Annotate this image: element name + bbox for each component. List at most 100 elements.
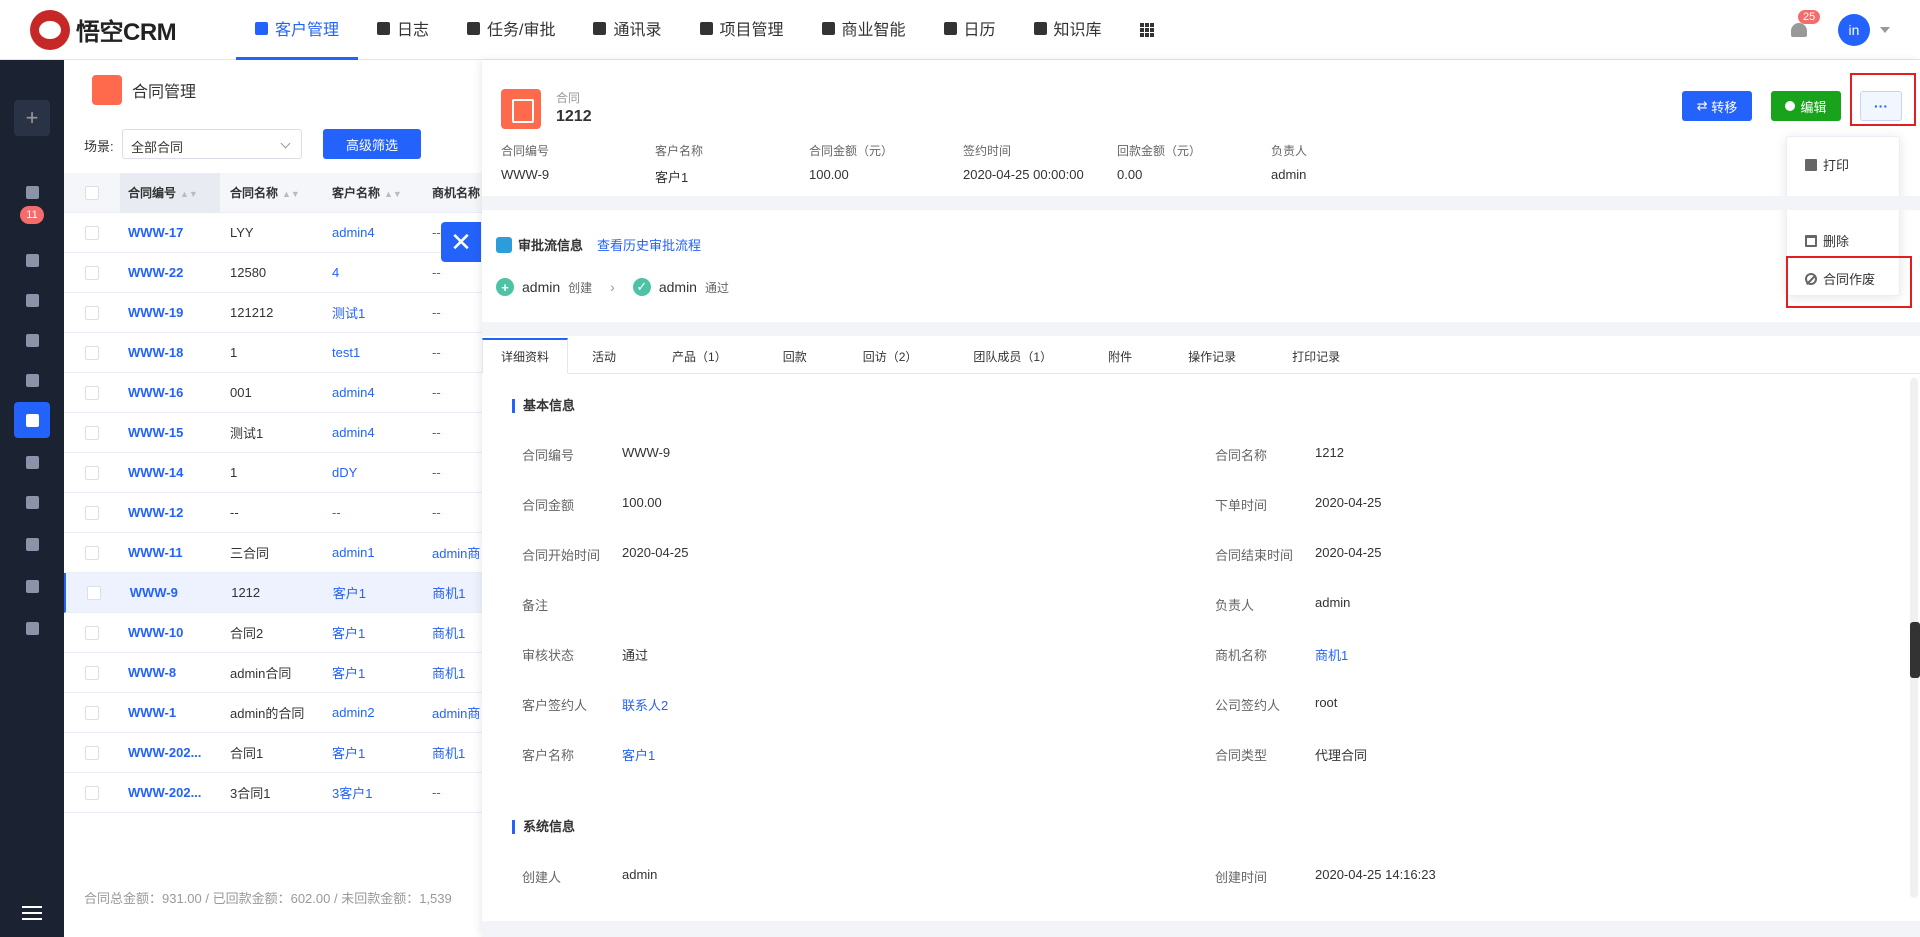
customer-name-link[interactable]: 4 (322, 265, 422, 280)
sidebar-marketing[interactable] (14, 610, 50, 646)
row-checkbox[interactable] (85, 625, 99, 640)
sidebar-visit[interactable] (14, 526, 50, 562)
business-name-link[interactable]: -- (422, 385, 484, 400)
contract-no-link[interactable]: WWW-12 (120, 505, 220, 520)
table-row[interactable]: WWW-8 admin合同 客户1 商机1 (64, 653, 484, 693)
contract-no-link[interactable]: WWW-1 (120, 705, 220, 720)
column-header[interactable]: 客户名称 ▲▼ (322, 184, 422, 201)
customer-name-link[interactable]: dDY (322, 465, 422, 480)
table-row[interactable]: WWW-12 -- -- -- (64, 493, 484, 533)
business-name-link[interactable]: 商机1 (422, 663, 484, 682)
menu-item-delete[interactable]: 删除 (1805, 231, 1849, 250)
row-checkbox[interactable] (85, 345, 99, 360)
user-avatar[interactable]: in (1838, 13, 1870, 46)
scene-select[interactable]: 全部合同 (122, 129, 302, 159)
column-header[interactable]: 合同编号 ▲▼ (120, 172, 220, 213)
field-value[interactable]: 商机1 (1315, 645, 1348, 664)
nav-item-task[interactable]: 任务/审批 (448, 0, 574, 60)
nav-item-customer[interactable]: 客户管理 (236, 0, 359, 60)
select-all-checkbox[interactable] (85, 185, 99, 200)
tab-item[interactable]: 附件 (1090, 338, 1150, 374)
apps-grid-icon[interactable] (1139, 22, 1154, 37)
contract-no-link[interactable]: WWW-17 (120, 225, 220, 240)
history-approval-link[interactable]: 查看历史审批流程 (597, 235, 701, 254)
business-name-link[interactable]: 商机1 (422, 583, 484, 602)
business-name-link[interactable]: 商机1 (422, 743, 484, 762)
table-row[interactable]: WWW-17 LYY admin4 -- (64, 213, 484, 253)
nav-item-calendar[interactable]: 日历 (925, 0, 1015, 60)
business-name-link[interactable]: -- (422, 345, 484, 360)
nav-item-project[interactable]: 项目管理 (681, 0, 803, 60)
customer-name-link[interactable]: admin1 (322, 545, 422, 560)
row-checkbox[interactable] (85, 265, 99, 280)
row-checkbox[interactable] (85, 705, 99, 720)
sidebar-business[interactable] (14, 362, 50, 398)
tab-item[interactable]: 活动 (574, 338, 634, 374)
close-detail-button[interactable]: ✕ (441, 222, 481, 262)
table-row[interactable]: WWW-11 三合同 admin1 admin商 (64, 533, 484, 573)
nav-item-bi[interactable]: 商业智能 (803, 0, 925, 60)
customer-name-link[interactable]: test1 (322, 345, 422, 360)
scroll-grip-handle[interactable] (1910, 622, 1920, 678)
contract-no-link[interactable]: WWW-15 (120, 425, 220, 440)
customer-name-link[interactable]: admin4 (322, 425, 422, 440)
row-checkbox[interactable] (86, 585, 101, 600)
customer-name-link[interactable]: 客户1 (323, 583, 423, 602)
contract-no-link[interactable]: WWW-202... (120, 785, 220, 800)
table-row[interactable]: WWW-10 合同2 客户1 商机1 (64, 613, 484, 653)
business-name-link[interactable]: admin商 (422, 543, 484, 562)
table-row[interactable]: WWW-15 测试1 admin4 -- (64, 413, 484, 453)
tab-item[interactable]: 团队成员（1） (955, 338, 1070, 374)
contract-no-link[interactable]: WWW-19 (120, 305, 220, 320)
table-row[interactable]: WWW-18 1 test1 -- (64, 333, 484, 373)
sidebar-contacts[interactable] (14, 322, 50, 358)
business-name-link[interactable]: -- (422, 265, 484, 280)
sidebar-dashboard[interactable] (14, 174, 50, 210)
row-checkbox[interactable] (85, 545, 99, 560)
sidebar-clue[interactable] (14, 242, 50, 278)
tab-item[interactable]: 打印记录 (1274, 338, 1358, 374)
row-checkbox[interactable] (85, 465, 99, 480)
row-checkbox[interactable] (85, 305, 99, 320)
customer-name-link[interactable]: 客户1 (322, 663, 422, 682)
customer-name-link[interactable]: admin2 (322, 705, 422, 720)
nav-item-log[interactable]: 日志 (358, 0, 448, 60)
user-menu-caret-icon[interactable] (1880, 26, 1890, 33)
tab-item[interactable]: 回款 (765, 338, 825, 374)
app-logo[interactable]: 悟空CRM (30, 9, 200, 50)
tab-item[interactable]: 产品（1） (654, 338, 745, 374)
customer-name-link[interactable]: admin4 (322, 225, 422, 240)
contract-no-link[interactable]: WWW-14 (120, 465, 220, 480)
nav-item-contacts[interactable]: 通讯录 (574, 0, 680, 60)
contract-no-link[interactable]: WWW-18 (120, 345, 220, 360)
tab-item[interactable]: 回访（2） (845, 338, 936, 374)
column-header[interactable]: 商机名称 (422, 184, 484, 201)
contract-no-link[interactable]: WWW-10 (120, 625, 220, 640)
sidebar-contract[interactable] (14, 402, 50, 438)
field-value[interactable]: 客户1 (622, 745, 655, 764)
table-row[interactable]: WWW-19 121212 测试1 -- (64, 293, 484, 333)
business-name-link[interactable]: -- (422, 425, 484, 440)
edit-button[interactable]: 编辑 (1771, 91, 1841, 121)
contract-no-link[interactable]: WWW-16 (120, 385, 220, 400)
table-row[interactable]: WWW-202... 合同1 客户1 商机1 (64, 733, 484, 773)
row-checkbox[interactable] (85, 785, 99, 800)
contract-no-link[interactable]: WWW-202... (120, 745, 220, 760)
row-checkbox[interactable] (85, 225, 99, 240)
sidebar-receivables[interactable] (14, 444, 50, 480)
column-header[interactable]: 合同名称 ▲▼ (220, 184, 322, 201)
sidebar-invoice[interactable] (14, 484, 50, 520)
business-name-link[interactable]: -- (422, 505, 484, 520)
contract-no-link[interactable]: WWW-8 (120, 665, 220, 680)
business-name-link[interactable]: -- (422, 465, 484, 480)
notification-bell-icon[interactable]: 25 (1790, 9, 1821, 40)
customer-name-link[interactable]: 客户1 (322, 623, 422, 642)
customer-name-link[interactable]: 测试1 (322, 303, 422, 322)
business-name-link[interactable]: -- (422, 785, 484, 800)
table-row[interactable]: WWW-202... 3合同1 3客户1 -- (64, 773, 484, 813)
business-name-link[interactable]: admin商 (422, 703, 484, 722)
advanced-filter-button[interactable]: 高级筛选 (323, 129, 421, 159)
row-checkbox[interactable] (85, 385, 99, 400)
business-name-link[interactable]: 商机1 (422, 623, 484, 642)
table-row[interactable]: WWW-14 1 dDY -- (64, 453, 484, 493)
